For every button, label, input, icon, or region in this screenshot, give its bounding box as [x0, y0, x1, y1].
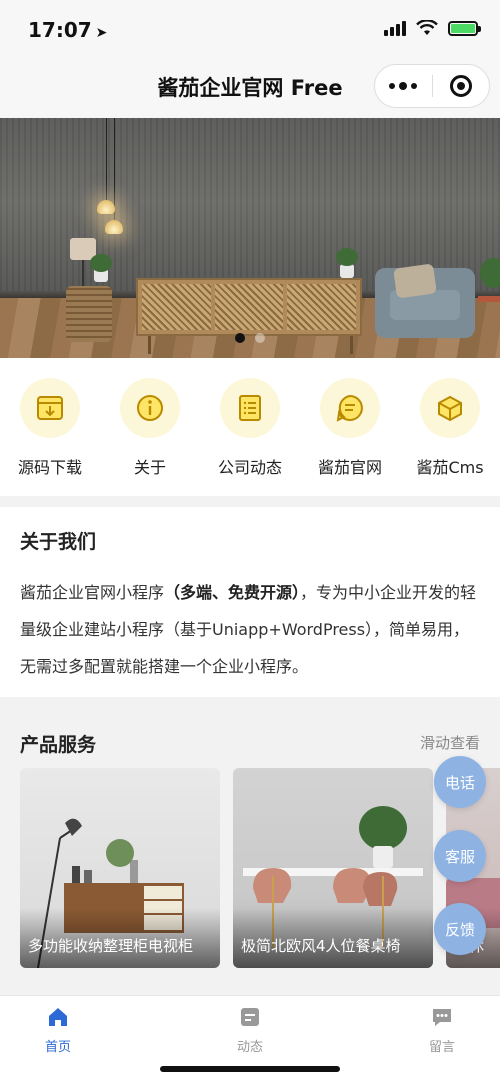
about-title: 关于我们	[20, 531, 97, 553]
product-name: 极简北欧风4人位餐桌椅	[233, 908, 433, 968]
cube-icon	[420, 378, 480, 438]
navigation-bar: 酱茄企业官网 Free	[0, 60, 500, 118]
about-text-highlight: （多端、免费开源）	[164, 583, 301, 602]
cellular-signal-icon	[384, 20, 406, 36]
nav-item-cms[interactable]: 酱茄Cms	[400, 378, 500, 496]
product-carousel[interactable]: 多功能收纳整理柜电视柜 极简北欧风4人位餐桌椅 奢休	[20, 768, 500, 968]
products-section: 产品服务 滑动查看 多功能收纳整理柜电视柜 极简北欧风4人位餐桌椅	[0, 708, 500, 995]
product-name: 多功能收纳整理柜电视柜	[20, 908, 220, 968]
carousel-indicator	[0, 333, 500, 343]
customer-service-button[interactable]: 客服	[434, 830, 486, 882]
product-card[interactable]: 极简北欧风4人位餐桌椅	[233, 768, 433, 968]
close-mini-program-button[interactable]	[432, 75, 489, 97]
carousel-dot-active	[235, 333, 245, 343]
products-title: 产品服务	[20, 734, 97, 756]
battery-icon	[448, 20, 481, 36]
pendant-lamp	[97, 200, 115, 214]
info-icon	[120, 378, 180, 438]
tab-news[interactable]: 动态	[190, 1006, 310, 1055]
chat-bubble-icon	[320, 378, 380, 438]
status-bar: 17:07 ➤	[0, 0, 500, 60]
nav-item-label: 酱茄Cms	[416, 458, 484, 477]
nav-item-official-site[interactable]: 酱茄官网	[300, 378, 400, 496]
tab-message[interactable]: 留言	[382, 1006, 500, 1055]
banner-carousel[interactable]	[0, 118, 500, 358]
nav-item-about[interactable]: 关于	[100, 378, 200, 496]
status-time: 17:07 ➤	[28, 18, 107, 42]
status-time-text: 17:07	[28, 18, 92, 42]
swipe-to-view-link[interactable]: 滑动查看	[420, 732, 480, 753]
about-text-part1: 酱茄企业官网小程序	[20, 583, 165, 602]
pendant-lamp	[105, 220, 123, 234]
nav-item-label: 关于	[133, 458, 166, 477]
status-indicators	[384, 20, 481, 36]
home-icon	[49, 1008, 67, 1026]
tab-label: 首页	[44, 1040, 71, 1055]
tab-home[interactable]: 首页	[0, 1006, 118, 1055]
banner-cabinet	[136, 278, 362, 336]
tab-label: 留言	[428, 1040, 455, 1055]
nav-item-label: 源码下载	[17, 458, 82, 477]
product-card[interactable]: 多功能收纳整理柜电视柜	[20, 768, 220, 968]
document-icon	[241, 1008, 259, 1026]
home-indicator	[160, 1066, 340, 1072]
download-box-icon	[20, 378, 80, 438]
target-icon	[449, 75, 472, 97]
feedback-button[interactable]: 反馈	[434, 903, 486, 955]
more-options-button[interactable]	[375, 81, 432, 90]
message-icon	[433, 1009, 451, 1026]
list-document-icon	[220, 378, 280, 438]
about-description: 酱茄企业官网小程序（多端、免费开源），专为中小企业开发的轻量级企业建站小程序（基…	[20, 574, 480, 685]
wifi-icon	[416, 20, 438, 35]
nav-item-source-download[interactable]: 源码下载	[0, 378, 100, 496]
nav-item-label: 公司动态	[217, 458, 282, 477]
tab-label: 动态	[236, 1040, 263, 1055]
mini-program-capsule	[374, 64, 490, 108]
nav-item-company-news[interactable]: 公司动态	[200, 378, 300, 496]
carousel-dot	[255, 333, 265, 343]
location-arrow-icon: ➤	[95, 25, 108, 41]
phone-button[interactable]: 电话	[434, 756, 486, 808]
nav-item-label: 酱茄官网	[317, 458, 382, 477]
icon-navigation: 源码下载 关于 公司动态 酱茄官网 酱茄Cms	[0, 358, 500, 496]
about-section: 关于我们 酱茄企业官网小程序（多端、免费开源），专为中小企业开发的轻量级企业建站…	[0, 507, 500, 697]
